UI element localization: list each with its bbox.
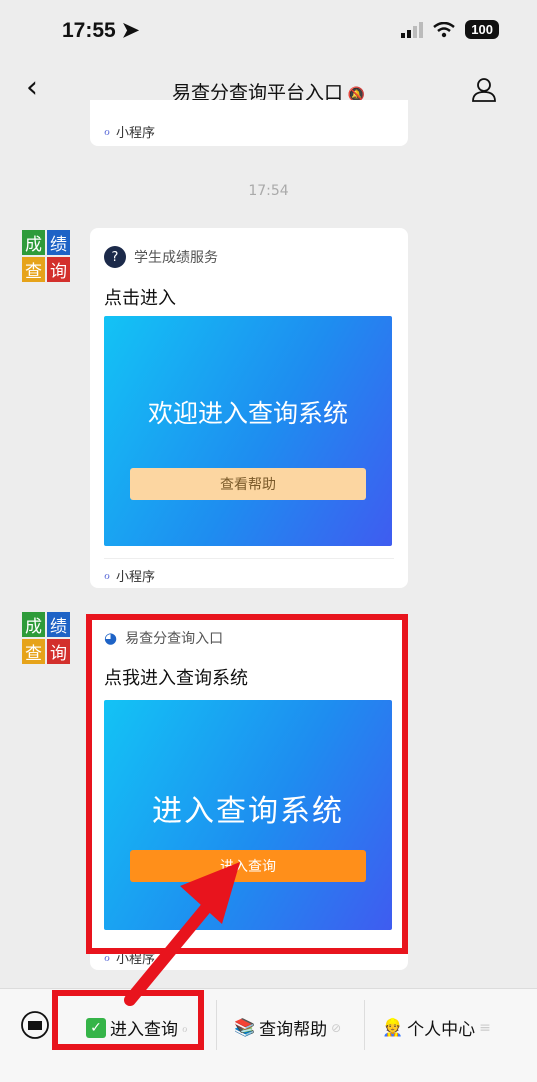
wifi-icon [433, 21, 456, 37]
menu-item-personal-center[interactable]: 👷 个人中心 ≡ [382, 1015, 491, 1041]
profile-icon[interactable] [471, 76, 497, 102]
keyboard-icon[interactable] [20, 1010, 50, 1040]
link-icon: ⊘ [331, 1020, 342, 1035]
status-icons: 100 [401, 20, 499, 39]
previous-card[interactable]: ℴ 小程序 [90, 100, 408, 146]
signal-icon [401, 21, 424, 38]
battery-icon: 100 [465, 20, 499, 39]
highlight-box [52, 990, 204, 1050]
miniprogram-icon: ℴ [104, 568, 111, 583]
location-arrow-icon: ➤ [121, 19, 140, 42]
status-time: 17:55 ➤ [62, 19, 140, 42]
card-banner: 欢迎进入查询系统 查看帮助 [104, 316, 392, 546]
person-icon: 👷 [382, 1017, 404, 1038]
help-icon: ? [104, 246, 126, 268]
menu-item-query-help[interactable]: 📚 查询帮助 ⊘ [234, 1015, 342, 1041]
miniprogram-card-1[interactable]: ? 学生成绩服务 点击进入 欢迎进入查询系统 查看帮助 ℴ 小程序 [90, 228, 408, 588]
miniprogram-icon: ℴ [104, 124, 111, 139]
menu-icon: ≡ [479, 1019, 491, 1036]
highlight-box [86, 614, 408, 954]
card-title: 点击进入 [104, 288, 176, 309]
help-button[interactable]: 查看帮助 [130, 468, 366, 500]
avatar[interactable]: 成 绩 查 询 [22, 230, 70, 282]
books-icon: 📚 [234, 1017, 256, 1038]
avatar[interactable]: 成 绩 查 询 [22, 612, 70, 664]
timestamp: 17:54 [248, 183, 289, 199]
